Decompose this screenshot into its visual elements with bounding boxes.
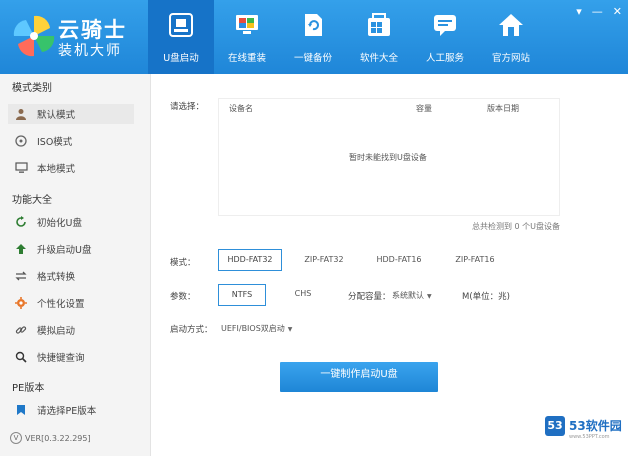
param-option-ntfs[interactable]: NTFS xyxy=(218,284,266,306)
mode-option-hdd-fat16[interactable]: HDD-FAT16 xyxy=(370,250,428,270)
sidebar-item-label: 个性化设置 xyxy=(37,299,85,310)
column-header: 容量 xyxy=(416,104,432,113)
section-title: PE版本 xyxy=(12,383,45,394)
sidebar-item-label: 模拟启动 xyxy=(37,326,76,337)
sidebar-item-iso-mode[interactable]: ISO模式 xyxy=(14,131,144,151)
link-icon xyxy=(14,323,28,337)
nav-website[interactable]: 官方网站 xyxy=(478,0,544,74)
user-icon xyxy=(14,107,28,121)
app-subtitle: 装机大师 xyxy=(58,43,122,59)
backup-icon xyxy=(305,14,322,36)
device-count: 总共检测到 0 个U盘设备 xyxy=(472,222,561,231)
column-header: 版本日期 xyxy=(487,104,519,113)
gear-icon xyxy=(14,296,28,310)
bookmark-icon xyxy=(14,403,28,417)
apps-icon xyxy=(368,13,390,36)
monitor-small-icon xyxy=(14,161,28,175)
alloc-value: 系统默认 xyxy=(392,291,424,300)
monitor-icon xyxy=(236,15,258,34)
home-icon xyxy=(499,14,523,36)
sidebar-item-simulate-boot[interactable]: 模拟启动 xyxy=(14,320,144,340)
version-text: VER[0.3.22.295] xyxy=(25,433,91,443)
refresh-icon xyxy=(14,215,28,229)
param-option-chs[interactable]: CHS xyxy=(288,284,318,304)
nav-software[interactable]: 软件大全 xyxy=(346,0,412,74)
sidebar-item-label: 初始化U盘 xyxy=(37,218,82,229)
sidebar-item-upgrade-usb[interactable]: 升级启动U盘 xyxy=(14,239,144,259)
sidebar-item-local-mode[interactable]: 本地模式 xyxy=(14,158,144,178)
section-title: 功能大全 xyxy=(12,195,52,206)
mode-label: 模式： xyxy=(170,258,196,268)
column-header: 设备名 xyxy=(229,104,253,113)
nav-label: 一键备份 xyxy=(293,53,332,64)
sidebar: 模式类别 默认模式 ISO模式 本地模式 功能大全 初始化U盘 升级启动U盘 格… xyxy=(0,74,151,456)
window-controls: ▾ — ✕ xyxy=(576,6,622,17)
title-bar: 云骑士 装机大师 U盘启动 在线重装 一键备份 软件大全 人工服务 官方网站 ▾… xyxy=(0,0,628,74)
watermark: 53 53软件园 www.53PPT.com xyxy=(545,414,625,444)
chevron-down-icon: ▼ xyxy=(427,293,432,300)
sidebar-item-default-mode[interactable]: 默认模式 xyxy=(8,104,134,124)
sidebar-item-select-pe[interactable]: 请选择PE版本 xyxy=(14,400,144,420)
sidebar-item-label: ISO模式 xyxy=(37,137,73,148)
nav-online-reinstall[interactable]: 在线重装 xyxy=(214,0,280,74)
sidebar-item-label: 本地模式 xyxy=(37,164,76,175)
boot-mode-value: UEFI/BIOS双启动 xyxy=(221,324,285,333)
watermark-badge: 53 xyxy=(545,416,565,436)
device-table[interactable]: 设备名 容量 版本日期 暂时未能找到U盘设备 xyxy=(218,98,560,216)
watermark-text: 53软件园 xyxy=(569,419,622,433)
mode-option-zip-fat16[interactable]: ZIP-FAT16 xyxy=(448,250,502,270)
chevron-down-icon: ▼ xyxy=(287,326,293,333)
watermark-url: www.53PPT.com xyxy=(569,434,610,440)
search-icon xyxy=(14,350,28,364)
mode-option-hdd-fat32[interactable]: HDD-FAT32 xyxy=(218,249,282,271)
sidebar-item-label: 快捷键查询 xyxy=(37,353,85,364)
alloc-unit: M(单位：兆) xyxy=(462,292,510,302)
param-label: 参数： xyxy=(170,292,196,302)
close-button[interactable]: ✕ xyxy=(613,6,622,17)
make-boot-usb-button[interactable]: 一键制作启动U盘 xyxy=(280,362,438,392)
mode-option-zip-fat32[interactable]: ZIP-FAT32 xyxy=(296,250,352,270)
nav-support[interactable]: 人工服务 xyxy=(412,0,478,74)
nav-usb-boot[interactable]: U盘启动 xyxy=(148,0,214,74)
boot-mode-dropdown[interactable]: UEFI/BIOS双启动 ▼ xyxy=(221,323,292,334)
version-v-icon: V xyxy=(10,432,22,444)
sidebar-item-personalize[interactable]: 个性化设置 xyxy=(14,293,144,313)
nav-label: 软件大全 xyxy=(359,53,398,64)
nav-label: U盘启动 xyxy=(163,53,199,64)
alloc-label: 分配容量： xyxy=(348,292,391,302)
alloc-dropdown[interactable]: 系统默认 ▼ xyxy=(392,290,432,301)
nav-label: 官方网站 xyxy=(491,53,530,64)
convert-icon xyxy=(14,269,28,283)
boot-label: 启动方式： xyxy=(170,325,213,335)
logo-pinwheel-icon xyxy=(13,15,55,57)
nav-label: 在线重装 xyxy=(227,53,266,64)
sidebar-item-init-usb[interactable]: 初始化U盘 xyxy=(14,212,144,232)
usb-boot-icon xyxy=(169,13,193,37)
sidebar-item-label: 请选择PE版本 xyxy=(37,406,97,417)
nav-backup[interactable]: 一键备份 xyxy=(280,0,346,74)
version-info: V VER[0.3.22.295] xyxy=(10,432,91,444)
top-nav: U盘启动 在线重装 一键备份 软件大全 人工服务 官方网站 xyxy=(148,0,544,74)
sidebar-item-label: 格式转换 xyxy=(37,272,76,283)
sidebar-item-hotkey-lookup[interactable]: 快捷键查询 xyxy=(14,347,144,367)
disc-icon xyxy=(14,134,28,148)
menu-arrow-icon[interactable]: ▾ xyxy=(576,6,582,17)
chat-icon xyxy=(434,15,456,36)
minimize-button[interactable]: — xyxy=(592,6,603,17)
empty-message: 暂时未能找到U盘设备 xyxy=(349,153,427,162)
up-arrow-icon xyxy=(14,242,28,256)
section-title: 模式类别 xyxy=(12,83,52,94)
sidebar-item-label: 默认模式 xyxy=(37,110,76,121)
app-logo: 云骑士 装机大师 xyxy=(8,10,148,66)
sidebar-item-label: 升级启动U盘 xyxy=(37,245,92,256)
sidebar-item-format-convert[interactable]: 格式转换 xyxy=(14,266,144,286)
nav-label: 人工服务 xyxy=(425,53,464,64)
select-label: 请选择： xyxy=(170,102,205,112)
